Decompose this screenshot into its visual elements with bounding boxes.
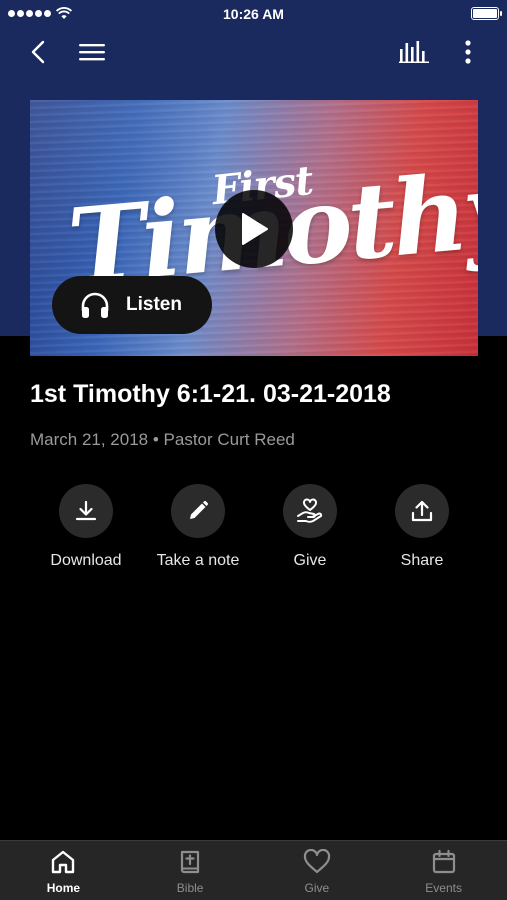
- sermon-meta: March 21, 2018 • Pastor Curt Reed: [30, 430, 295, 449]
- tab-give-label: Give: [304, 881, 330, 895]
- home-icon: [52, 850, 75, 874]
- download-label: Download: [50, 552, 122, 569]
- action-row: Download Take a note Give Share: [30, 484, 478, 570]
- sermon-artwork: First Timothy Listen: [30, 100, 478, 356]
- tab-home[interactable]: Home: [0, 841, 127, 900]
- tab-home-label: Home: [46, 881, 81, 895]
- give-action[interactable]: Give: [254, 484, 366, 570]
- share-action[interactable]: Share: [366, 484, 478, 570]
- hamburger-menu-icon: [79, 44, 105, 61]
- give-button[interactable]: [283, 484, 337, 538]
- status-bar: 10:26 AM: [0, 0, 507, 28]
- tab-events[interactable]: Events: [380, 841, 507, 900]
- tab-events-label: Events: [425, 881, 462, 895]
- listen-button[interactable]: Listen: [52, 276, 212, 334]
- battery-icon: [471, 7, 502, 20]
- play-icon: [242, 213, 268, 245]
- pencil-icon: [190, 500, 209, 519]
- tab-give[interactable]: Give: [254, 841, 381, 900]
- listen-label: Listen: [126, 294, 182, 315]
- status-time: 10:26 AM: [223, 6, 284, 22]
- headphones-icon: [81, 292, 109, 318]
- download-button[interactable]: [59, 484, 113, 538]
- give-label: Give: [293, 552, 327, 569]
- play-button[interactable]: [215, 190, 293, 268]
- tab-bar: Home Bible Give Events: [0, 840, 507, 900]
- share-label: Share: [400, 552, 444, 569]
- nav-bar: [0, 30, 507, 74]
- download-action[interactable]: Download: [30, 484, 142, 570]
- take-note-action[interactable]: Take a note: [142, 484, 254, 570]
- download-icon: [75, 500, 97, 521]
- tab-bible[interactable]: Bible: [127, 841, 254, 900]
- share-icon: [411, 500, 433, 522]
- take-note-button[interactable]: [171, 484, 225, 538]
- tab-bible-label: Bible: [176, 881, 204, 895]
- chevron-left-icon: [31, 40, 45, 64]
- take-note-label: Take a note: [156, 552, 240, 569]
- calendar-icon: [432, 849, 455, 874]
- hand-heart-icon: [297, 498, 323, 523]
- audio-bars-icon: [399, 41, 429, 63]
- more-options-button[interactable]: [450, 34, 486, 70]
- sermon-title: 1st Timothy 6:1-21. 03-21-2018: [30, 380, 391, 408]
- share-button[interactable]: [395, 484, 449, 538]
- audio-button[interactable]: [396, 34, 432, 70]
- back-button[interactable]: [20, 34, 56, 70]
- menu-button[interactable]: [74, 34, 110, 70]
- heart-icon: [303, 849, 330, 874]
- vertical-dots-icon: [465, 40, 471, 64]
- bible-icon: [181, 850, 200, 874]
